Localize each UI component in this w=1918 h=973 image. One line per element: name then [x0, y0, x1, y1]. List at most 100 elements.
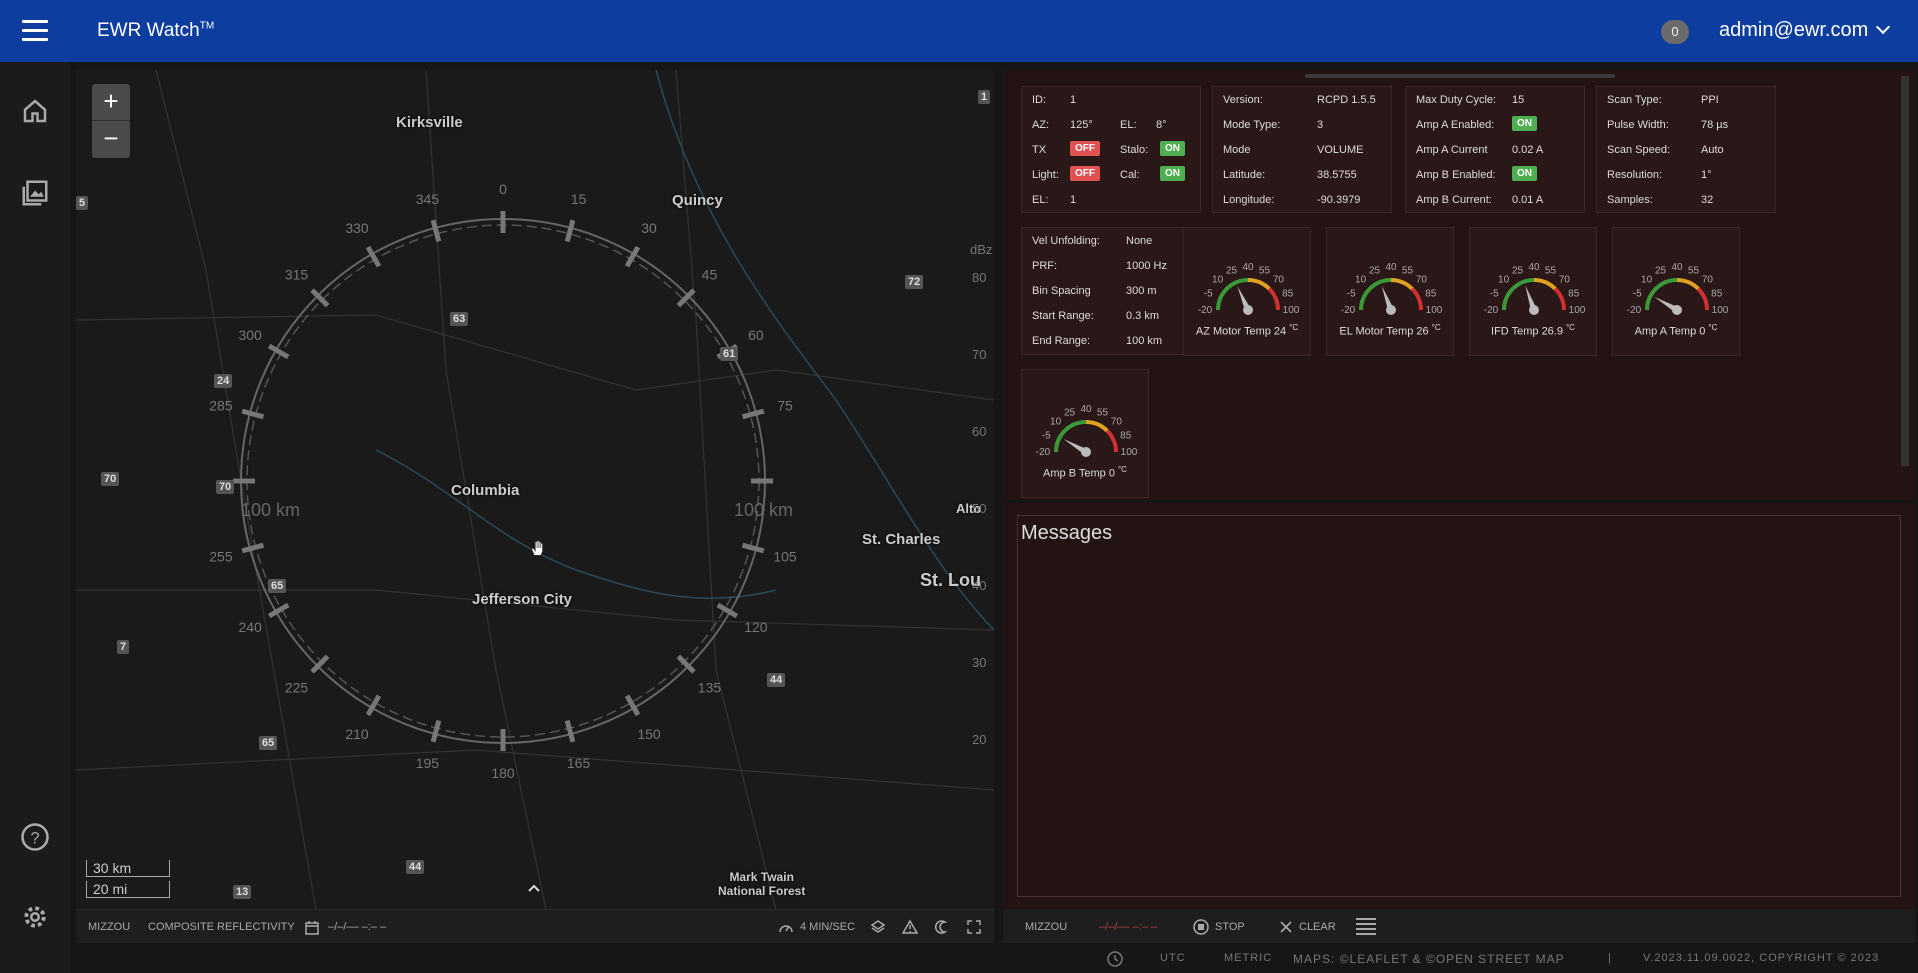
azimuth-label: 315: [285, 267, 309, 283]
list-icon[interactable]: [1355, 917, 1377, 935]
chevron-up-icon[interactable]: [526, 880, 542, 896]
layers-icon[interactable]: [870, 919, 886, 935]
scan-card: Scan Type: PPI Pulse Width: 78 µs Scan Spe…: [1596, 86, 1776, 213]
color-legend: dBz 80 70 60 50 40 30 20: [970, 242, 994, 832]
zoom-in-button[interactable]: +: [92, 84, 130, 121]
gauge-arc: [1247, 278, 1271, 291]
version-card: Version: RCPD 1.5.5 Mode Type: 3 Mode VOLUM…: [1212, 86, 1392, 213]
panel-resize-handle[interactable]: [1305, 74, 1615, 78]
stop-icon[interactable]: [1193, 919, 1209, 935]
hand-cursor-icon: [531, 540, 543, 556]
help-icon[interactable]: ?: [20, 822, 50, 852]
temperature-gauge: -20 -5 10 25 40 55 70 85 100 Amp B Temp 0 °C: [1021, 369, 1149, 498]
warning-icon[interactable]: [902, 919, 918, 935]
azimuth-tick: [430, 219, 442, 243]
azimuth-label: 135: [698, 679, 722, 695]
highway-shield: 65: [259, 736, 278, 750]
gauge-tick: -20: [1036, 447, 1051, 458]
range-label: 100 km: [241, 500, 300, 520]
stalo-toggle[interactable]: ON: [1160, 141, 1185, 156]
zoom-out-button[interactable]: −: [92, 121, 130, 158]
gauge-arc: [1105, 429, 1118, 453]
gauge-label: IFD Temp 26.9 °C: [1491, 323, 1575, 338]
moon-icon[interactable]: [934, 919, 950, 935]
azimuth-tick: [241, 408, 265, 420]
scrollbar[interactable]: [1901, 76, 1909, 466]
gauge-hub: [1386, 305, 1396, 315]
amp-b-toggle[interactable]: ON: [1512, 166, 1537, 181]
temperature-gauge: -20 -5 10 25 40 55 70 85 100 EL Motor Temp 26 °C: [1326, 227, 1454, 356]
utc-toggle[interactable]: UTC: [1160, 952, 1186, 964]
amp-a-toggle[interactable]: ON: [1512, 116, 1537, 131]
user-menu[interactable]: admin@ewr.com: [1719, 19, 1891, 42]
metric-toggle[interactable]: METRIC: [1224, 952, 1272, 964]
gauge-tick: 40: [1080, 404, 1092, 415]
scale-mi: 20 mi: [86, 881, 170, 898]
radar-status-card: ID: 1 AZ: 125° EL: 8° TX OFF Stalo: ON Light: OF…: [1021, 86, 1201, 213]
gauge-tick: 85: [1425, 289, 1437, 300]
gauge-tick: 55: [1545, 265, 1557, 276]
gauge-tick: 100: [1712, 305, 1729, 316]
azimuth-label: 180: [491, 765, 515, 781]
light-toggle[interactable]: OFF: [1070, 166, 1100, 181]
gauge-tick: 85: [1120, 431, 1132, 442]
notification-badge[interactable]: 0: [1661, 20, 1689, 44]
speed-icon[interactable]: [778, 920, 794, 936]
azimuth-label: 45: [702, 267, 718, 283]
gauge-tick: 70: [1111, 417, 1123, 428]
gauge-arc: [1533, 278, 1557, 291]
legend-tick: 40: [972, 578, 987, 593]
highway-shield: 65: [268, 579, 287, 593]
version-text: V.2023.11.09.0022, COPYRIGHT © 2023: [1643, 952, 1880, 964]
temperature-gauge: -20 -5 10 25 40 55 70 85 100 AZ Motor Temp 24 °C: [1183, 227, 1311, 356]
settings-icon[interactable]: [20, 902, 50, 932]
legend-tick: 70: [972, 347, 987, 362]
gauge-tick: 25: [1369, 265, 1381, 276]
azimuth-label: 195: [416, 755, 440, 771]
messages-box[interactable]: Messages: [1017, 515, 1901, 897]
chevron-down-icon: [1876, 19, 1891, 35]
gauge-tick: -5: [1204, 289, 1213, 300]
gauge-tick: 55: [1259, 265, 1271, 276]
gauge-arc: [1267, 287, 1280, 311]
city-label: Quincy: [672, 192, 723, 209]
gauge-dial: -20 -5 1025 40 5570 85 100: [1036, 404, 1138, 458]
clock-icon: [1107, 951, 1123, 967]
gauge-tick: 10: [1212, 275, 1224, 286]
azimuth-tick: [564, 719, 576, 743]
home-icon[interactable]: [20, 96, 50, 126]
highway-shield: 61: [720, 347, 739, 361]
scale-km: 30 km: [86, 860, 170, 877]
cal-toggle[interactable]: ON: [1160, 166, 1185, 181]
gauge-tick: 85: [1711, 289, 1723, 300]
top-bar: EWR WatchTM 0 admin@ewr.com: [0, 0, 1918, 62]
app-title: EWR WatchTM: [97, 20, 215, 41]
gauge-tick: -5: [1490, 289, 1499, 300]
product-label[interactable]: COMPOSITE REFLECTIVITY: [148, 921, 295, 933]
separator: |: [1608, 952, 1612, 964]
city-label: Kirksville: [396, 114, 463, 131]
calendar-icon[interactable]: [304, 920, 320, 936]
site-label: MIZZOU: [88, 921, 131, 933]
legend-tick: 30: [972, 655, 987, 670]
gauge-arc: [1553, 287, 1566, 311]
fullscreen-icon[interactable]: [966, 919, 982, 935]
gallery-icon[interactable]: [20, 178, 50, 208]
gauge-tick: 70: [1702, 275, 1714, 286]
gauge-dial: -20 -5 1025 40 5570 85 100: [1198, 262, 1300, 316]
highway-shield: 44: [406, 860, 425, 874]
gauge-tick: 70: [1273, 275, 1285, 286]
gauge-tick: 10: [1050, 417, 1062, 428]
hamburger-icon[interactable]: [22, 20, 48, 42]
gauge-tick: 70: [1416, 275, 1428, 286]
close-icon[interactable]: [1279, 920, 1293, 934]
stop-button[interactable]: STOP: [1215, 921, 1245, 933]
gauge-label: Amp B Temp 0 °C: [1043, 465, 1127, 480]
datetime-label: –/–/–– –:– –: [328, 921, 387, 933]
tx-toggle[interactable]: OFF: [1070, 141, 1100, 156]
radar-map[interactable]: 0 15 30 45 60 75 105 120 135 150 165 180 195 210 225 24…: [76, 70, 994, 910]
clear-button[interactable]: CLEAR: [1299, 921, 1336, 933]
speed-label[interactable]: 4 MIN/SEC: [800, 921, 855, 933]
azimuth-label: 255: [209, 549, 233, 565]
azimuth-label: 15: [571, 191, 587, 207]
